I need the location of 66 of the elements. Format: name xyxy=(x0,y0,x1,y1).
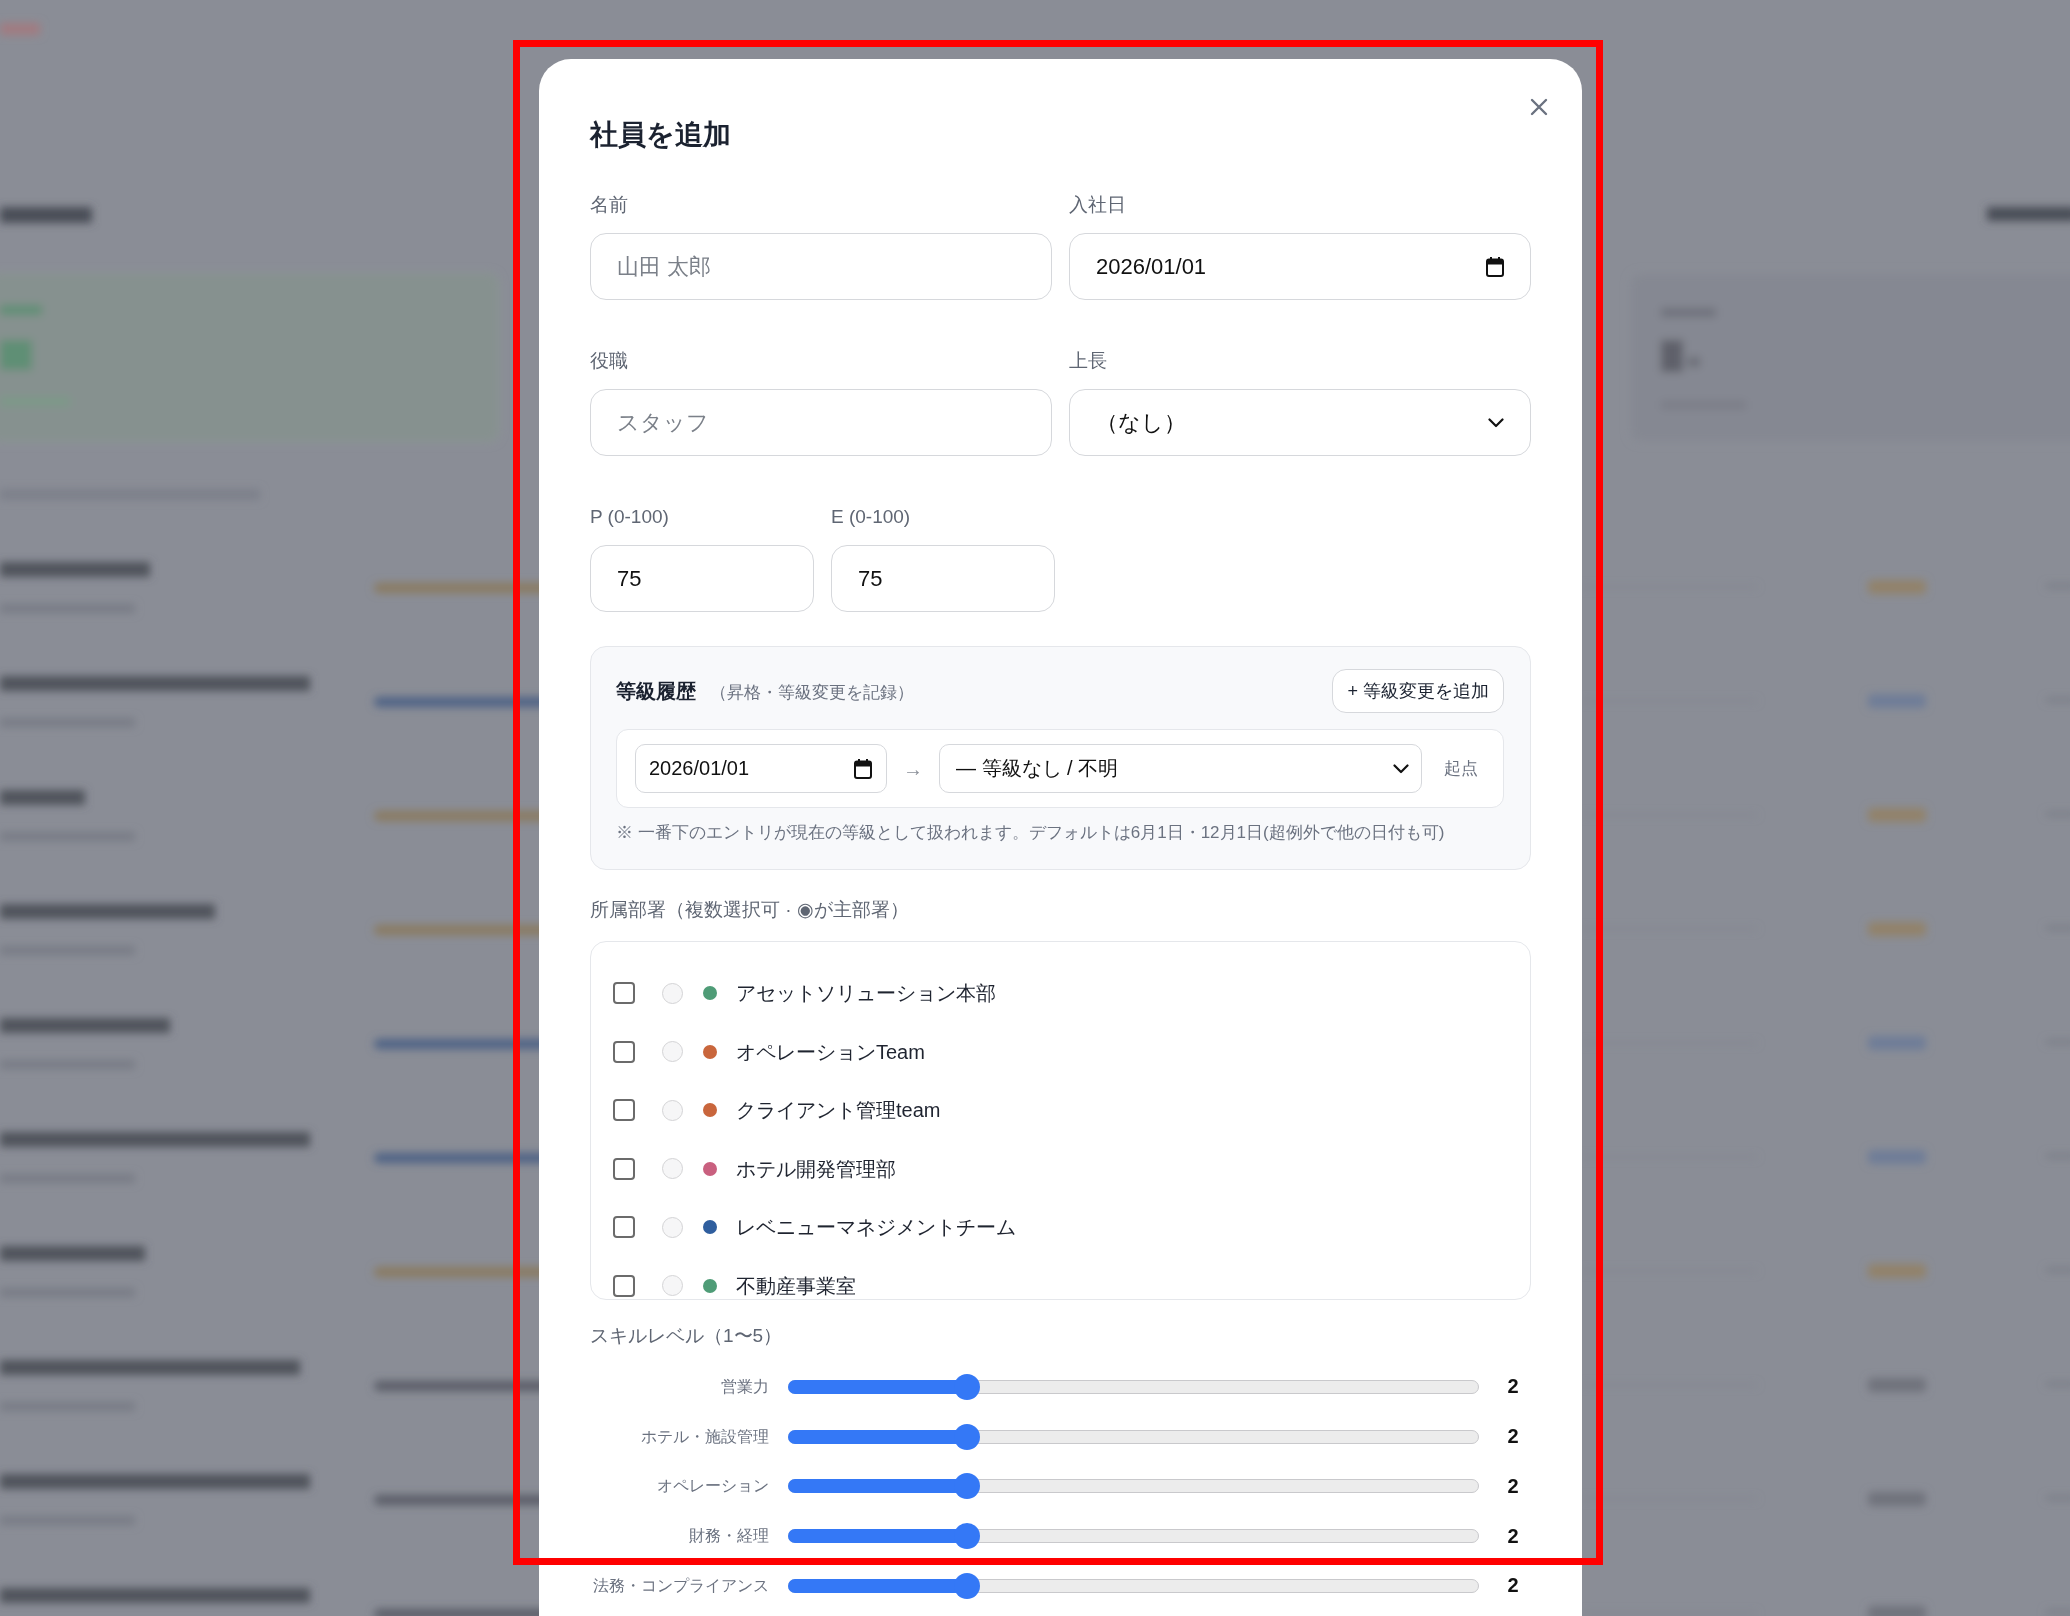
text-field[interactable]: スタッフ xyxy=(590,389,1052,456)
department-name: 不動産事業室 xyxy=(736,1273,856,1299)
skill-value: 2 xyxy=(1506,1375,1520,1399)
radio-button[interactable] xyxy=(662,1158,683,1180)
skill-label: 法務・コンプライアンス xyxy=(592,1575,769,1596)
radio-button[interactable] xyxy=(662,1216,683,1238)
skill-value: 2 xyxy=(1506,1574,1520,1598)
radio-button[interactable] xyxy=(662,1275,683,1297)
checkbox[interactable] xyxy=(613,1040,635,1063)
field-label: P (0-100) xyxy=(590,505,669,529)
calendar-icon xyxy=(1486,256,1504,277)
field-label: 役職 xyxy=(590,349,628,373)
skill-value: 2 xyxy=(1506,1524,1520,1548)
slider-thumb[interactable] xyxy=(954,1473,981,1500)
chevron-icon xyxy=(1488,417,1504,428)
calendar-icon xyxy=(854,758,872,779)
field-label: 入社日 xyxy=(1069,193,1126,217)
department-name: クライアント管理team xyxy=(736,1098,941,1124)
dropdown[interactable]: （なし） xyxy=(1069,389,1531,456)
skill-label: 財務・経理 xyxy=(688,1526,769,1547)
close-icon[interactable] xyxy=(1530,98,1548,116)
skill-label: オペレーション xyxy=(656,1476,769,1497)
radio-button[interactable] xyxy=(662,1041,683,1063)
checkbox[interactable] xyxy=(613,1099,635,1122)
section-label: スキルレベル（1〜5） xyxy=(590,1324,784,1348)
skill-slider[interactable] xyxy=(788,1473,1479,1500)
slider-thumb[interactable] xyxy=(954,1423,981,1450)
field-label: 上長 xyxy=(1069,349,1107,373)
grade-history-title: 等級履歴 xyxy=(616,678,696,704)
dialog-title: 社員を追加 xyxy=(590,118,732,152)
skill-value: 2 xyxy=(1506,1425,1520,1449)
chevron-icon xyxy=(1393,763,1409,774)
add-grade-button[interactable]: + 等級変更を追加 xyxy=(1332,669,1504,713)
number-field[interactable]: 75 xyxy=(831,545,1055,612)
radio-button[interactable] xyxy=(662,982,683,1004)
grade-dropdown[interactable]: — 等級なし / 不明 xyxy=(939,744,1422,793)
skill-slider[interactable] xyxy=(788,1373,1479,1400)
number-field[interactable]: 75 xyxy=(590,545,814,612)
text-field[interactable]: 山田 太郎 xyxy=(590,233,1052,300)
slider-thumb[interactable] xyxy=(954,1523,981,1550)
skill-label: 営業力 xyxy=(720,1376,769,1397)
department-name: オペレーションTeam xyxy=(736,1039,925,1065)
radio-button[interactable] xyxy=(662,1099,683,1121)
checkbox[interactable] xyxy=(613,982,635,1005)
date-field[interactable]: 2026/01/01 xyxy=(635,744,887,793)
skill-slider[interactable] xyxy=(788,1423,1479,1450)
grade-note: ※ 一番下のエントリが現在の等級として扱われます。デフォルトは6月1日・12月1日(超例外で他の日付も可) xyxy=(616,822,1446,844)
checkbox[interactable] xyxy=(613,1274,635,1297)
field-label: 名前 xyxy=(590,193,628,217)
department-name: ホテル開発管理部 xyxy=(736,1156,896,1182)
department-name: レベニューマネジメントチーム xyxy=(736,1215,1016,1241)
arrow-symbol: → xyxy=(903,756,923,781)
field-label: E (0-100) xyxy=(831,505,911,529)
date-field[interactable]: 2026/01/01 xyxy=(1069,233,1531,300)
grade-history-subtitle: （昇格・等級変更を記録） xyxy=(710,681,914,704)
checkbox[interactable] xyxy=(613,1216,635,1239)
start-point-label: 起点 xyxy=(1444,758,1478,780)
checkbox[interactable] xyxy=(613,1157,635,1180)
skill-slider[interactable] xyxy=(788,1523,1479,1550)
skill-label: ホテル・施設管理 xyxy=(640,1426,769,1447)
skill-slider[interactable] xyxy=(788,1572,1479,1599)
slider-thumb[interactable] xyxy=(954,1572,981,1599)
department-name: アセットソリューション本部 xyxy=(736,981,996,1007)
slider-thumb[interactable] xyxy=(954,1373,981,1400)
section-label: 所属部署（複数選択可 · ◉が主部署） xyxy=(590,898,910,922)
skill-value: 2 xyxy=(1506,1474,1520,1498)
